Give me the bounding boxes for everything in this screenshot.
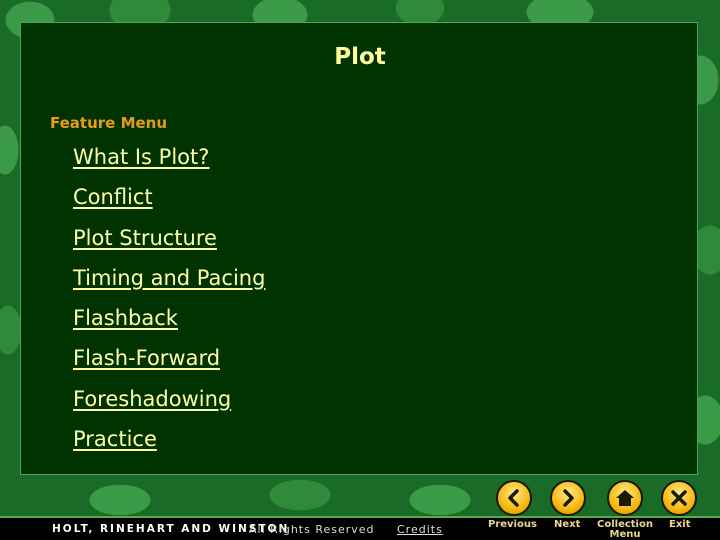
next-label[interactable]: Next: [554, 520, 580, 530]
feature-menu-list: What Is Plot? Conflict Plot Structure Ti…: [73, 143, 265, 465]
slide-title: Plot: [334, 44, 386, 70]
credits-link[interactable]: Credits: [397, 523, 443, 536]
menu-link-flashback[interactable]: Flashback: [73, 306, 178, 330]
previous-label[interactable]: Previous: [488, 520, 537, 530]
exit-label[interactable]: Exit: [669, 520, 691, 530]
menu-link-what-is-plot[interactable]: What Is Plot?: [73, 145, 209, 169]
chevron-left-icon: [508, 489, 519, 507]
collection-menu-button[interactable]: [607, 480, 643, 516]
previous-button[interactable]: [496, 480, 532, 516]
menu-link-conflict[interactable]: Conflict: [73, 185, 153, 209]
menu-link-plot-structure[interactable]: Plot Structure: [73, 226, 217, 250]
rights-text: All Rights Reserved: [249, 523, 375, 536]
menu-link-timing-and-pacing[interactable]: Timing and Pacing: [73, 266, 265, 290]
exit-button[interactable]: [661, 480, 697, 516]
home-icon: [616, 490, 634, 506]
collection-menu-label-line2: Menu: [609, 529, 641, 540]
menu-link-practice[interactable]: Practice: [73, 427, 157, 451]
menu-link-flash-forward[interactable]: Flash-Forward: [73, 346, 220, 370]
menu-link-foreshadowing[interactable]: Foreshadowing: [73, 387, 231, 411]
close-icon: [671, 490, 687, 506]
feature-menu-heading: Feature Menu: [50, 114, 168, 132]
footer-bar: HOLT, RINEHART AND WINSTON All Rights Re…: [0, 516, 720, 540]
next-button[interactable]: [550, 480, 586, 516]
collection-menu-label[interactable]: Collection Menu: [597, 520, 653, 540]
chevron-right-icon: [563, 489, 574, 507]
